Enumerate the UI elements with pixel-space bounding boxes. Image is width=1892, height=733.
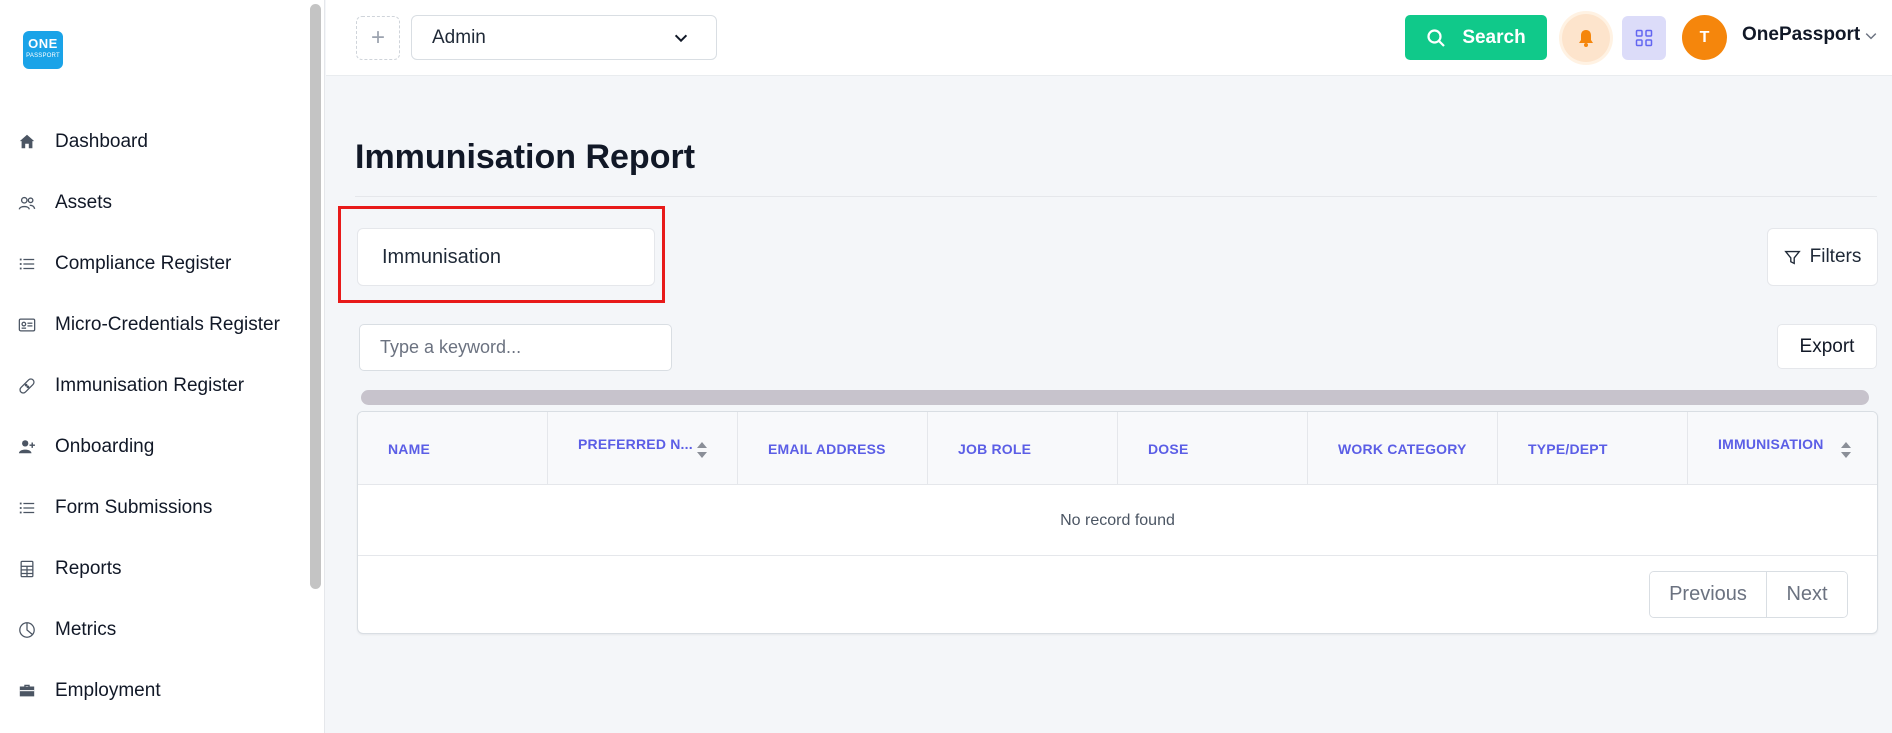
divider	[355, 196, 1877, 197]
role-select-value: Admin	[432, 26, 486, 48]
avatar[interactable]: T	[1682, 15, 1727, 60]
sidebar-item-employment[interactable]: Employment	[0, 660, 310, 721]
bell-icon	[1579, 30, 1593, 47]
previous-page-button[interactable]: Previous	[1650, 572, 1767, 617]
column-header-email-address: EMAIL ADDRESS	[738, 412, 928, 485]
sidebar-nav: Dashboard Assets Compliance Register Mic…	[0, 111, 310, 721]
sidebar-item-assets[interactable]: Assets	[0, 172, 310, 233]
keyword-search-input[interactable]	[359, 324, 672, 371]
export-button[interactable]: Export	[1777, 324, 1877, 369]
sidebar-item-compliance-register[interactable]: Compliance Register	[0, 233, 310, 294]
column-header-label: TYPE/DEPT	[1528, 440, 1608, 457]
column-header-dose: DOSE	[1118, 412, 1308, 485]
pie-chart-icon	[17, 620, 37, 640]
column-header-label: PREFERRED N...	[578, 436, 693, 452]
sidebar-item-form-submissions[interactable]: Form Submissions	[0, 477, 310, 538]
sidebar-item-label: Micro-Credentials Register	[55, 313, 280, 335]
table-horizontal-scrollbar[interactable]	[361, 390, 1869, 405]
report-table: NAME PREFERRED N... EMAIL ADDRESS JOB RO…	[357, 411, 1878, 634]
sidebar-item-label: Dashboard	[55, 130, 148, 152]
sidebar-item-label: Metrics	[55, 618, 117, 640]
logo-line1: ONE	[28, 36, 58, 51]
sidebar-item-label: Reports	[55, 557, 122, 579]
sidebar-item-micro-credentials-register[interactable]: Micro-Credentials Register	[0, 294, 310, 355]
filter-icon	[1783, 250, 1801, 265]
column-header-label: WORK CATEGORY	[1338, 440, 1467, 457]
top-bar: + Admin Search T OnePassport	[326, 0, 1892, 76]
column-header-label: IMMUNISATION	[1718, 436, 1824, 452]
sidebar-item-label: Assets	[55, 191, 113, 213]
search-button[interactable]: Search	[1405, 15, 1547, 60]
sidebar-item-immunisation-register[interactable]: Immunisation Register	[0, 355, 310, 416]
column-header-label: EMAIL ADDRESS	[768, 440, 886, 457]
column-header-label: NAME	[388, 440, 431, 457]
list-icon	[17, 254, 37, 274]
onepassport-logo[interactable]: ONE PASSPORT	[23, 31, 63, 69]
filters-button[interactable]: Filters	[1767, 228, 1878, 286]
id-card-icon	[17, 315, 37, 335]
role-select[interactable]: Admin	[411, 15, 717, 60]
column-header-preferred-name[interactable]: PREFERRED N...	[548, 412, 738, 485]
empty-state-message: No record found	[358, 486, 1877, 556]
pagination: Previous Next	[1649, 571, 1848, 618]
home-icon	[17, 132, 37, 152]
sidebar-item-reports[interactable]: Reports	[0, 538, 310, 599]
sort-icon[interactable]	[1840, 440, 1852, 460]
sidebar-item-metrics[interactable]: Metrics	[0, 599, 310, 660]
next-page-button[interactable]: Next	[1767, 572, 1847, 617]
user-plus-icon	[17, 437, 37, 457]
tab-immunisation[interactable]: Immunisation	[357, 228, 655, 286]
column-header-job-role: JOB ROLE	[928, 412, 1118, 485]
search-button-label: Search	[1462, 26, 1526, 48]
list-icon	[17, 498, 37, 518]
search-icon	[1427, 28, 1446, 47]
briefcase-icon	[17, 681, 37, 701]
sidebar-item-label: Onboarding	[55, 435, 155, 457]
spreadsheet-icon	[17, 559, 37, 579]
sidebar-item-onboarding[interactable]: Onboarding	[0, 416, 310, 477]
user-name[interactable]: OnePassport	[1742, 24, 1860, 46]
sidebar-item-label: Form Submissions	[55, 496, 213, 518]
column-header-label: DOSE	[1148, 440, 1189, 457]
chevron-down-icon[interactable]	[1863, 28, 1879, 44]
logo-line2: PASSPORT	[26, 53, 60, 59]
grid-icon	[1635, 29, 1653, 47]
bandage-icon	[17, 376, 37, 396]
column-header-type-dept: TYPE/DEPT	[1498, 412, 1688, 485]
add-button[interactable]: +	[356, 16, 400, 60]
sidebar: ONE PASSPORT Dashboard Assets Compliance…	[0, 0, 325, 733]
users-icon	[17, 193, 37, 213]
sidebar-item-label: Immunisation Register	[55, 374, 245, 396]
page-title: Immunisation Report	[355, 138, 696, 176]
apps-button[interactable]	[1622, 16, 1666, 60]
table-header: NAME PREFERRED N... EMAIL ADDRESS JOB RO…	[358, 412, 1877, 485]
sidebar-scrollbar[interactable]	[310, 4, 321, 589]
column-header-name: NAME	[358, 412, 548, 485]
sidebar-item-label: Compliance Register	[55, 252, 232, 274]
notifications-button[interactable]	[1562, 14, 1610, 62]
column-header-label: JOB ROLE	[958, 440, 1032, 457]
filters-button-label: Filters	[1809, 246, 1862, 267]
sort-icon[interactable]	[696, 440, 708, 460]
chevron-down-icon	[674, 34, 688, 42]
sidebar-item-dashboard[interactable]: Dashboard	[0, 111, 310, 172]
column-header-immunisation[interactable]: IMMUNISATION	[1688, 412, 1877, 485]
sidebar-item-label: Employment	[55, 679, 161, 701]
column-header-work-category: WORK CATEGORY	[1308, 412, 1498, 485]
plus-icon: +	[370, 24, 385, 51]
